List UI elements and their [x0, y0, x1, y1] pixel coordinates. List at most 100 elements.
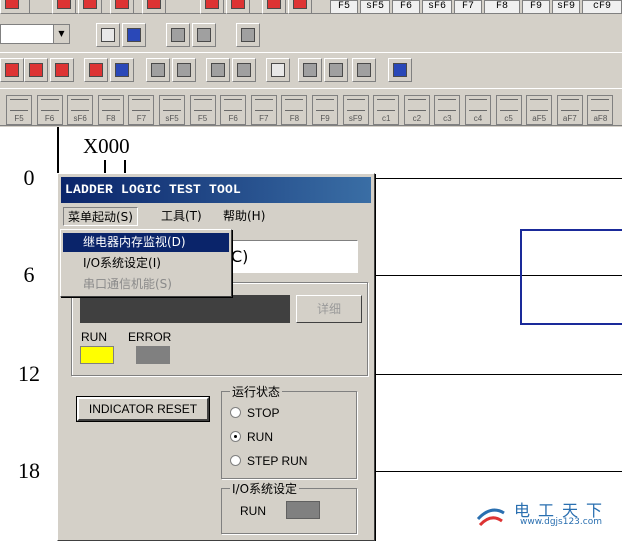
ladder-symbol-button[interactable]: F9	[312, 95, 338, 125]
menu-help[interactable]: 帮助(H)	[219, 207, 269, 226]
toolbar-button[interactable]	[110, 58, 134, 82]
radio-selected-icon[interactable]	[230, 431, 241, 442]
ladder-symbol-button[interactable]: F7	[128, 95, 155, 125]
function-key-f7[interactable]: F7	[454, 0, 482, 14]
toolbar-button[interactable]	[78, 0, 102, 14]
tool-icon	[237, 63, 251, 77]
toolbar-button[interactable]	[200, 0, 224, 14]
toolbar-button[interactable]	[192, 23, 216, 47]
ladder-symbol-button[interactable]: F5	[6, 95, 32, 125]
start-menu-dropdown: 继电器内存监视(D) I/O系统设定(I) 串口通信机能(S)	[60, 229, 232, 297]
tool-icon	[303, 63, 317, 77]
toolbar-button[interactable]	[96, 23, 120, 47]
toolbar-button[interactable]	[122, 23, 146, 47]
toolbar-button[interactable]	[232, 58, 256, 82]
toolbar-button[interactable]	[236, 23, 260, 47]
tool-icon	[329, 63, 343, 77]
toolbar-button[interactable]	[206, 58, 230, 82]
menu-tools[interactable]: 工具(T)	[157, 207, 206, 226]
ladder-symbol-button[interactable]: c5	[495, 95, 522, 125]
function-key-sf6[interactable]: sF6	[422, 0, 452, 14]
ladder-symbol-button[interactable]: F6	[36, 95, 63, 125]
ladder-symbol-button[interactable]: sF9	[342, 95, 369, 125]
toolbar-button[interactable]	[388, 58, 412, 82]
chevron-down-icon[interactable]: ▼	[53, 25, 69, 43]
ladder-symbol-button[interactable]: F7	[250, 95, 277, 125]
ladder-symbol-button[interactable]: F8	[97, 95, 124, 125]
toolbar-button[interactable]	[52, 0, 76, 14]
ladder-symbol-icon	[193, 99, 212, 111]
toolbar-button[interactable]	[262, 0, 286, 14]
toolbar-button[interactable]	[288, 0, 312, 14]
run-state-group: 运行状态 STOP RUN STEP RUN	[221, 383, 357, 479]
ladder-symbol-button[interactable]: sF5	[159, 95, 185, 125]
toolbar-button[interactable]	[172, 58, 196, 82]
monitor-icon	[115, 63, 129, 77]
toolbar-button[interactable]	[166, 23, 190, 47]
radio-step-run[interactable]: STEP RUN	[230, 453, 307, 469]
ladder-symbol-button[interactable]: c3	[434, 95, 461, 125]
ladder-symbol-key: aF5	[532, 114, 547, 123]
instruction-box[interactable]	[520, 229, 622, 325]
ladder-symbol-button[interactable]: F6	[220, 95, 247, 125]
ladder-symbol-button[interactable]: aF8	[587, 95, 614, 125]
ladder-symbol-button[interactable]: aF5	[526, 95, 553, 125]
indicator-reset-button[interactable]: INDICATOR RESET	[76, 396, 210, 422]
toolbar-button[interactable]	[266, 58, 290, 82]
radio-icon[interactable]	[230, 455, 241, 466]
device-label: X000	[83, 134, 130, 158]
function-key-f6[interactable]: F6	[392, 0, 420, 14]
dialog-title[interactable]: LADDER LOGIC TEST TOOL	[61, 177, 371, 203]
toolbar-button[interactable]	[50, 58, 74, 82]
ladder-symbol-key: aF8	[593, 114, 608, 123]
tool-icon	[171, 28, 185, 42]
tool-icon	[89, 63, 103, 77]
toolbar-button[interactable]	[352, 58, 376, 82]
toolbar-button[interactable]	[226, 0, 250, 14]
radio-stop[interactable]: STOP	[230, 405, 279, 421]
toolbar-button[interactable]	[298, 58, 322, 82]
ladder-symbol-key: c4	[473, 114, 483, 123]
tool-icon	[115, 0, 129, 9]
watermark: 电工天下 www.dgjs123.com	[474, 493, 622, 541]
ladder-symbol-icon	[40, 99, 59, 111]
watermark-url: www.dgjs123.com	[520, 517, 602, 527]
ladder-symbol-icon	[469, 99, 487, 111]
menu-item-io-system-settings[interactable]: I/O系统设定(I)	[63, 254, 229, 273]
menu-start[interactable]: 菜单起动(S)	[63, 207, 138, 226]
function-key-f8[interactable]: F8	[484, 0, 520, 14]
ladder-symbol-button[interactable]: c2	[403, 95, 430, 125]
ladder-symbol-key: sF6	[73, 114, 87, 123]
toolbar-button[interactable]	[24, 58, 48, 82]
menu-item-relay-memory-monitor[interactable]: 继电器内存监视(D)	[63, 233, 229, 252]
toolbar-button[interactable]	[84, 58, 108, 82]
ladder-symbol-icon	[499, 99, 518, 111]
ladder-symbol-button[interactable]: sF6	[67, 95, 94, 125]
ladder-symbol-key: c3	[443, 114, 452, 123]
radio-icon[interactable]	[230, 407, 241, 418]
function-key-f9[interactable]: F9	[522, 0, 550, 14]
ladder-symbol-icon	[530, 99, 549, 111]
ladder-symbol-key: sF5	[165, 114, 179, 123]
program-select[interactable]: ▼	[0, 24, 70, 44]
ladder-symbol-button[interactable]: F8	[281, 95, 308, 125]
function-key-sf5[interactable]: sF5	[360, 0, 390, 14]
function-key-f5[interactable]: F5	[330, 0, 358, 14]
toolbar-button[interactable]	[146, 58, 170, 82]
ladder-symbol-icon	[316, 99, 334, 111]
radio-run[interactable]: RUN	[230, 429, 273, 445]
toolbar-button[interactable]	[0, 0, 30, 14]
toolbar-button[interactable]	[324, 58, 348, 82]
toolbar-button[interactable]	[0, 58, 24, 82]
ladder-symbol-button[interactable]: c1	[373, 95, 400, 125]
window-icon	[393, 63, 407, 77]
toolbar-button[interactable]	[110, 0, 134, 14]
toolbar-button[interactable]	[142, 0, 166, 14]
ladder-symbol-button[interactable]: F5	[189, 95, 216, 125]
function-key-cf9[interactable]: cF9	[582, 0, 622, 14]
detail-button[interactable]: 详细	[296, 295, 362, 323]
function-key-sf9[interactable]: sF9	[552, 0, 580, 14]
ladder-symbol-button[interactable]: c4	[465, 95, 491, 125]
ladder-symbol-button[interactable]: aF7	[556, 95, 583, 125]
tool-icon	[267, 0, 281, 9]
